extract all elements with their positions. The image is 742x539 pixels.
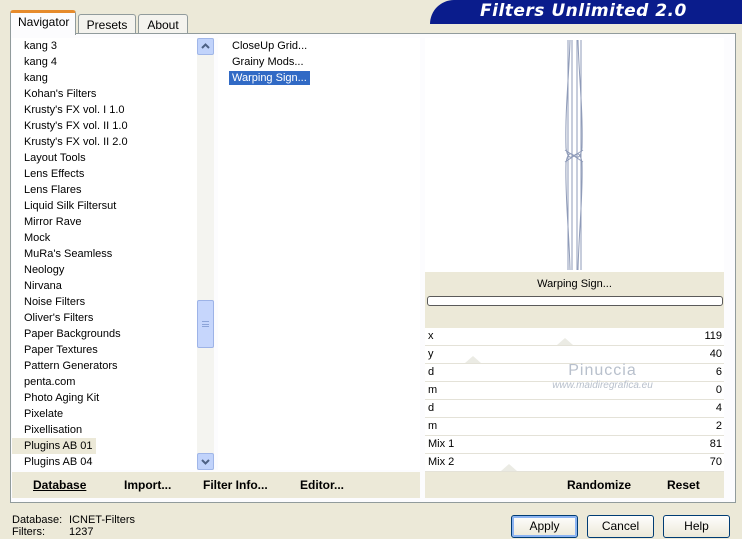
category-item[interactable]: Layout Tools (12, 150, 197, 166)
param-label: m (428, 420, 438, 432)
filters-label: Filters: (12, 526, 45, 538)
param-label: Mix 2 (428, 456, 455, 468)
category-item[interactable]: kang 3 (12, 38, 197, 54)
category-item[interactable]: Pixellisation (12, 422, 197, 438)
help-button[interactable]: Help (663, 515, 730, 538)
filter-item[interactable]: CloseUp Grid... (218, 38, 420, 54)
filters-count: 1237 (69, 526, 94, 538)
param-value: 2 (715, 420, 722, 432)
category-item[interactable]: Neology (12, 262, 197, 278)
warp-preview-graphic (564, 39, 584, 271)
watermark-name: Pinuccia (568, 362, 637, 379)
progress-bar (427, 296, 723, 306)
category-item[interactable]: Mirror Rave (12, 214, 197, 230)
category-item[interactable]: MuRa's Seamless (12, 246, 197, 262)
category-item-selected[interactable]: Plugins AB 01 (12, 438, 96, 454)
param-value: 40 (709, 348, 722, 360)
category-item[interactable]: Plugins AB 04 (12, 454, 197, 470)
category-list[interactable]: kang 3 kang 4 kang Kohan's Filters Krusty's … (12, 38, 197, 470)
param-value: 70 (709, 456, 722, 468)
category-item[interactable]: Paper Textures (12, 342, 197, 358)
category-item[interactable]: Oliver's Filters (12, 310, 197, 326)
param-label: y (428, 348, 434, 360)
category-item[interactable]: kang (12, 70, 197, 86)
param-label: d (428, 366, 435, 378)
param-label: Mix 1 (428, 438, 455, 450)
database-label: Database: (12, 514, 63, 526)
preview-filter-name: Warping Sign... (537, 278, 612, 290)
param-slider-x[interactable]: x 119 (425, 328, 724, 346)
param-label: m (428, 384, 438, 396)
reset-button[interactable]: Reset (667, 478, 700, 492)
category-item[interactable]: Pattern Generators (12, 358, 197, 374)
category-item[interactable]: Mock (12, 230, 197, 246)
filter-item-selected[interactable]: Warping Sign... (218, 70, 420, 86)
cancel-button[interactable]: Cancel (587, 515, 654, 538)
category-item[interactable]: penta.com (12, 374, 197, 390)
param-value: 4 (715, 402, 722, 414)
category-item[interactable]: Liquid Silk Filtersut (12, 198, 197, 214)
watermark-url: www.maidiregrafica.eu (552, 380, 653, 391)
category-item[interactable]: Krusty's FX vol. II 1.0 (12, 118, 197, 134)
category-item[interactable]: Photo Aging Kit (12, 390, 197, 406)
editor-button[interactable]: Editor... (300, 478, 344, 492)
category-item[interactable]: Lens Effects (12, 166, 197, 182)
param-slider-m2[interactable]: m 2 (425, 418, 724, 436)
filter-info-button[interactable]: Filter Info... (203, 478, 268, 492)
category-item[interactable]: Kohan's Filters (12, 86, 197, 102)
param-label: d (428, 402, 435, 414)
param-value: 6 (715, 366, 722, 378)
category-item[interactable]: Paper Backgrounds (12, 326, 197, 342)
filter-list[interactable]: CloseUp Grid... Grainy Mods... Warping S… (218, 38, 420, 470)
tab-presets[interactable]: Presets (78, 14, 136, 35)
param-value: 0 (715, 384, 722, 396)
banner-title: Filters Unlimited 2.0 (480, 1, 687, 21)
database-value: ICNET-Filters (69, 514, 135, 526)
status-info: Database: ICNET-Filters Filters: 1237 (12, 514, 135, 538)
scroll-up-arrow-icon[interactable] (197, 38, 214, 55)
parameter-sliders: x 119 y 40 d 6 m 0 d 4 m 2 Mix 1 81 Mix … (425, 328, 724, 472)
database-button[interactable]: Database (33, 478, 86, 492)
param-label: x (428, 330, 434, 342)
randomize-button[interactable]: Randomize (567, 478, 631, 492)
preview-image (425, 38, 724, 272)
category-item[interactable]: Lens Flares (12, 182, 197, 198)
tab-about[interactable]: About (138, 14, 188, 35)
apply-button[interactable]: Apply (511, 515, 578, 538)
category-item[interactable]: Krusty's FX vol. I 1.0 (12, 102, 197, 118)
category-item[interactable]: Nirvana (12, 278, 197, 294)
category-item[interactable]: Noise Filters (12, 294, 197, 310)
filter-item[interactable]: Grainy Mods... (218, 54, 420, 70)
param-slider-d2[interactable]: d 4 (425, 400, 724, 418)
param-slider-mix2[interactable]: Mix 2 70 (425, 454, 724, 472)
scroll-down-arrow-icon[interactable] (197, 453, 214, 470)
watermark: Pinuccia www.maidiregrafica.eu (540, 362, 665, 391)
category-item[interactable]: kang 4 (12, 54, 197, 70)
scrollbar-thumb[interactable] (197, 300, 214, 348)
param-slider-mix1[interactable]: Mix 1 81 (425, 436, 724, 454)
category-item[interactable]: Pixelate (12, 406, 197, 422)
tab-navigator[interactable]: Navigator (10, 10, 76, 35)
category-scrollbar[interactable] (197, 38, 214, 470)
category-item[interactable]: Krusty's FX vol. II 2.0 (12, 134, 197, 150)
param-value: 81 (709, 438, 722, 450)
param-value: 119 (704, 330, 722, 342)
import-button[interactable]: Import... (124, 478, 171, 492)
